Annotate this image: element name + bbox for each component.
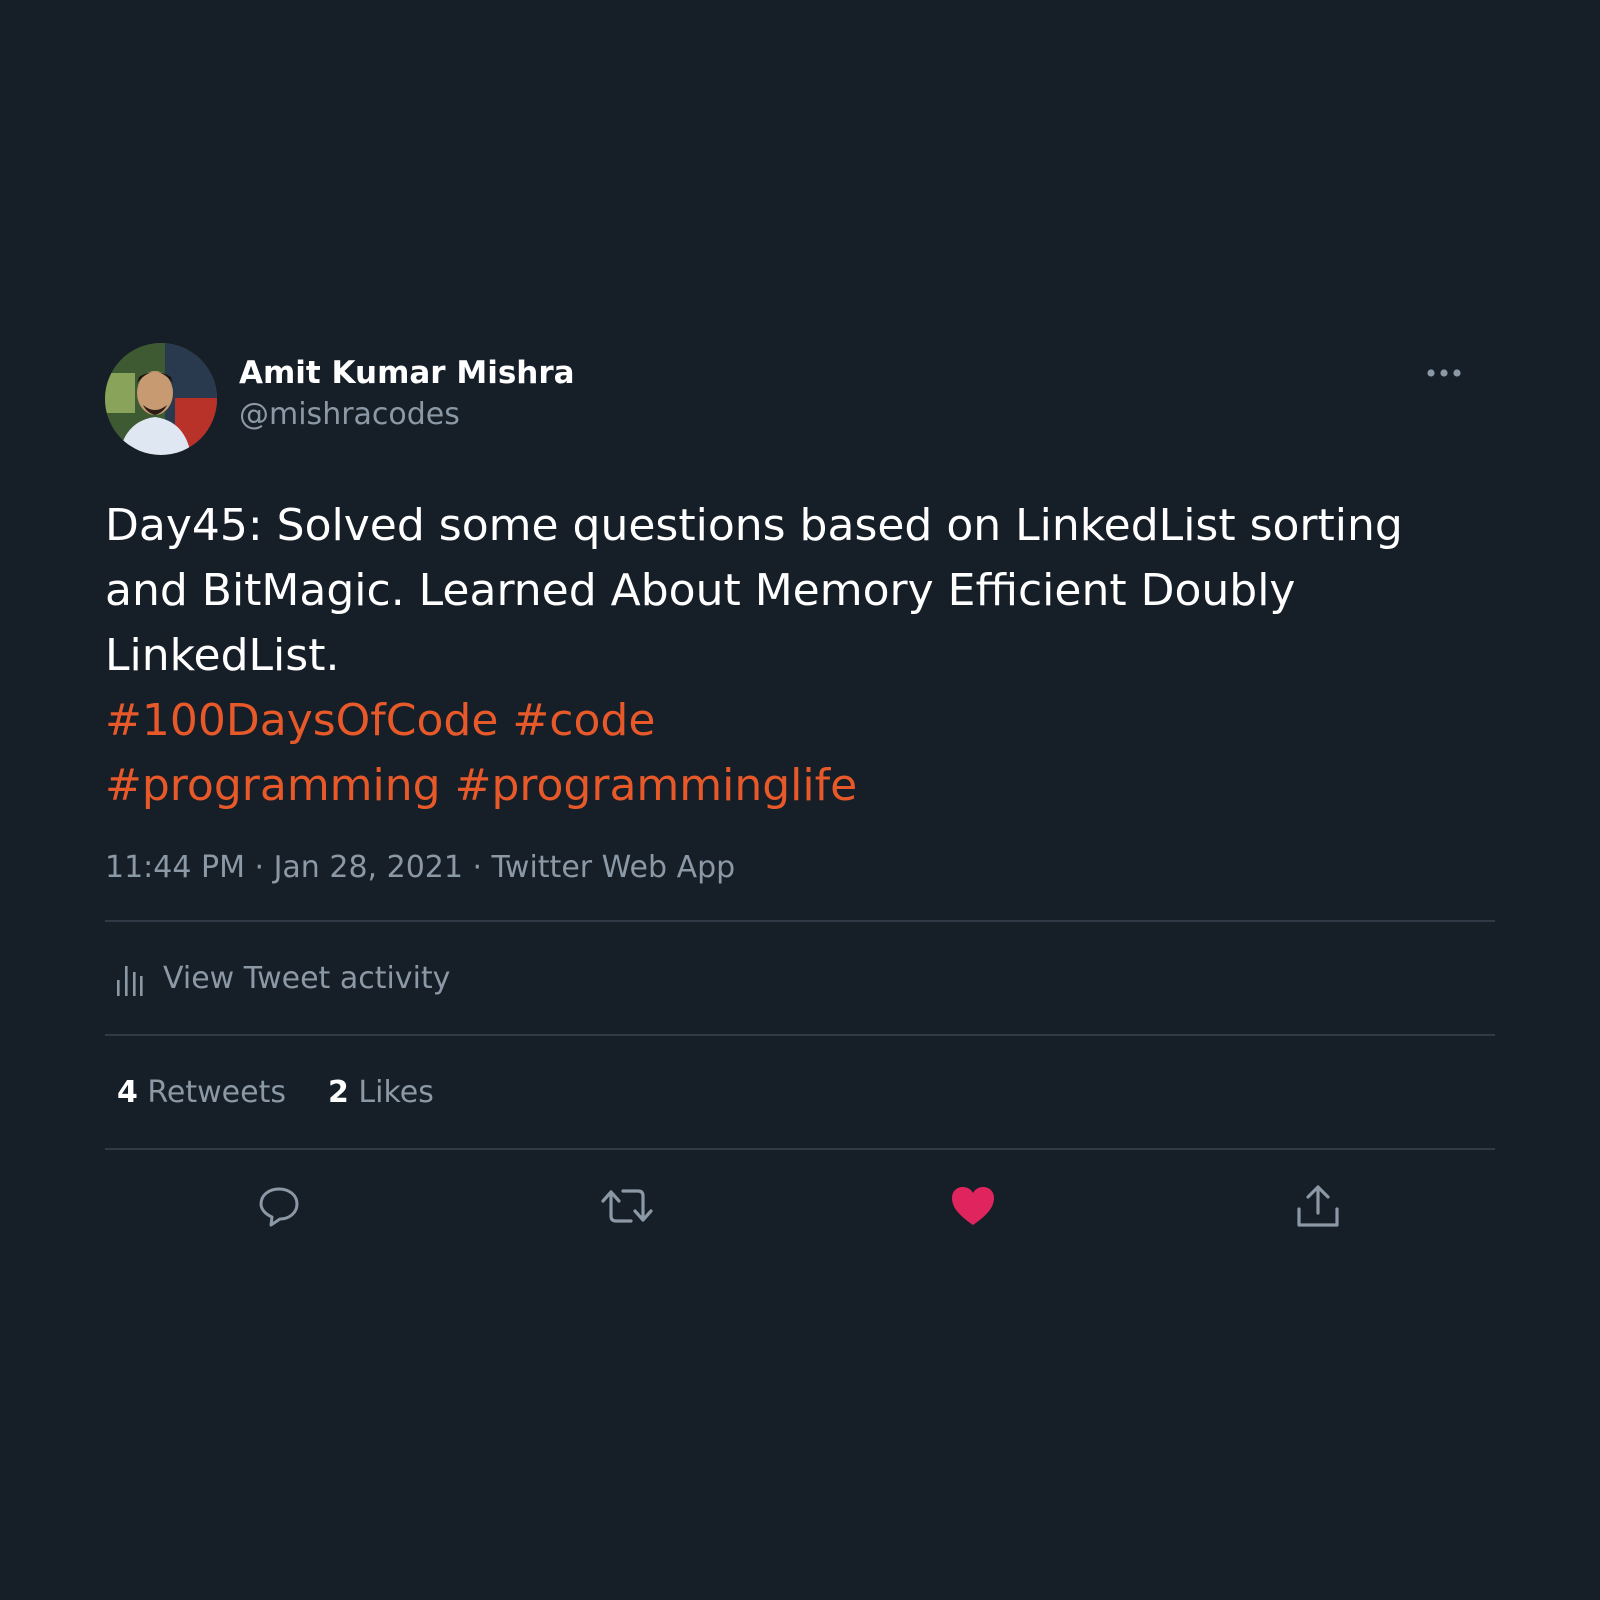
hashtag-line: #100DaysOfCode #code	[105, 688, 1465, 753]
tweet-text-line: Day45: Solved some questions based on Li…	[105, 500, 1403, 551]
tweet-card: Amit Kumar Mishra @mishracodes Day45: So…	[105, 343, 1495, 1262]
retweet-button[interactable]	[597, 1180, 657, 1232]
tweet-actions	[105, 1150, 1494, 1262]
view-activity-label: View Tweet activity	[163, 960, 451, 996]
hashtag-link[interactable]: #programming	[105, 760, 441, 811]
hashtag-line: #programming #programminglife	[105, 753, 1465, 818]
retweets-stat[interactable]: 4 Retweets	[117, 1075, 286, 1110]
bar-chart-icon	[117, 966, 143, 996]
hashtag-link[interactable]: #code	[512, 695, 655, 746]
hashtag-link[interactable]: #100DaysOfCode	[105, 695, 498, 746]
more-options-button[interactable]	[1424, 358, 1464, 388]
tweet-stats: 4 Retweets 2 Likes	[105, 1036, 1494, 1148]
share-icon	[1297, 1185, 1339, 1227]
like-button[interactable]	[947, 1180, 999, 1232]
retweets-label: Retweets	[147, 1074, 286, 1110]
tweet-header: Amit Kumar Mishra @mishracodes	[105, 343, 1494, 455]
avatar[interactable]	[105, 343, 217, 455]
retweet-icon	[601, 1189, 653, 1223]
display-name[interactable]: Amit Kumar Mishra	[239, 353, 575, 393]
retweets-count: 4	[117, 1074, 138, 1110]
tweet-text-line: LinkedList.	[105, 630, 340, 681]
likes-count: 2	[327, 1074, 349, 1110]
profile-photo-icon	[105, 343, 217, 455]
reply-icon	[259, 1187, 299, 1227]
tweet-page: Amit Kumar Mishra @mishracodes Day45: So…	[0, 0, 1600, 1600]
likes-label: Likes	[358, 1074, 434, 1110]
tweet-timestamp[interactable]: 11:44 PM · Jan 28, 2021 · Twitter Web Ap…	[105, 848, 1494, 888]
user-handle[interactable]: @mishracodes	[239, 395, 575, 435]
likes-stat[interactable]: 2 Likes	[328, 1075, 434, 1110]
view-activity-link[interactable]: View Tweet activity	[105, 922, 1494, 1034]
more-icon	[1427, 369, 1461, 377]
tweet-text-line: and BitMagic. Learned About Memory Effic…	[105, 565, 1296, 616]
heart-icon	[952, 1187, 994, 1225]
user-info: Amit Kumar Mishra @mishracodes	[239, 353, 575, 435]
tweet-body: Day45: Solved some questions based on Li…	[105, 493, 1465, 818]
hashtag-link[interactable]: #programminglife	[455, 760, 858, 811]
reply-button[interactable]	[253, 1180, 305, 1232]
share-button[interactable]	[1292, 1180, 1344, 1232]
